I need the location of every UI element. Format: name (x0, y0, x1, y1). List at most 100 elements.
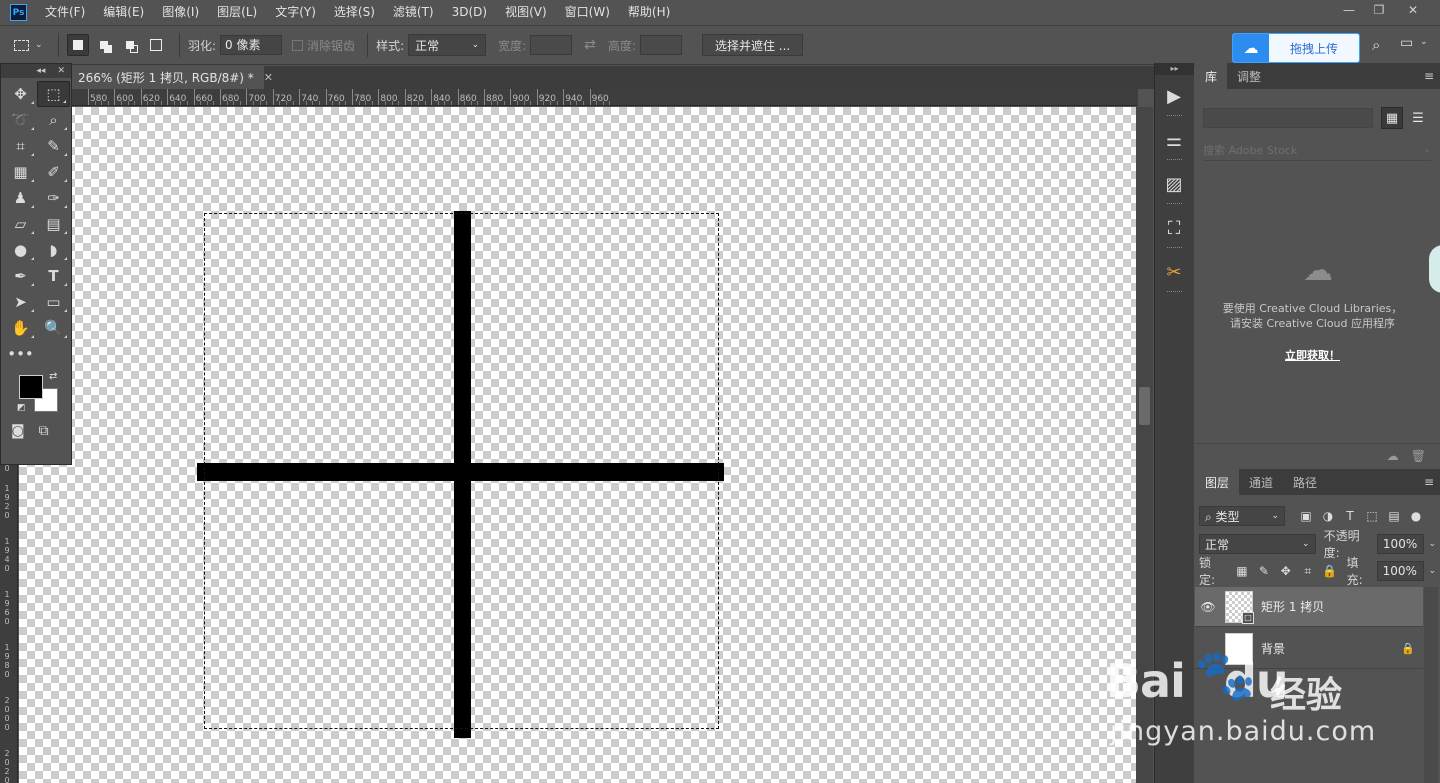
menu-filter[interactable]: 滤镜(T) (384, 0, 443, 25)
minimize-button[interactable]: — (1334, 0, 1364, 20)
path-select-tool[interactable]: ➤ (4, 289, 37, 315)
dock-grip[interactable] (1167, 159, 1182, 163)
smart-object-filter-icon[interactable]: ▤ (1383, 509, 1405, 523)
tab-layers[interactable]: 图层 (1195, 469, 1240, 495)
dock-grip[interactable] (1167, 115, 1182, 119)
gradient-tool[interactable]: ▤ (37, 211, 70, 237)
scrollbar-thumb[interactable] (1139, 387, 1150, 425)
frame-tool[interactable]: ▦ (4, 159, 37, 185)
eraser-tool[interactable]: ▱ (4, 211, 37, 237)
adjustment-filter-icon[interactable]: ◑ (1317, 509, 1339, 523)
hand-tool[interactable]: ✋ (4, 315, 37, 341)
dock-grip[interactable] (1167, 291, 1182, 295)
adjust-sliders-icon[interactable]: ⚌ (1155, 123, 1193, 157)
menu-image[interactable]: 图像(I) (153, 0, 208, 25)
play-icon[interactable]: ▶ (1155, 79, 1193, 113)
lasso-tool[interactable]: ➰ (4, 107, 37, 133)
swap-dimensions-icon[interactable]: ⇄ (584, 37, 596, 53)
close-icon[interactable]: ✕ (57, 66, 65, 76)
chevron-down-icon[interactable]: ⌄ (1420, 37, 1428, 47)
style-select[interactable]: 正常 ⌄ (408, 34, 487, 56)
move-tool[interactable]: ✥ (4, 81, 37, 107)
foreground-color-swatch[interactable] (19, 375, 43, 399)
add-selection-button[interactable] (93, 34, 115, 56)
menu-type[interactable]: 文字(Y) (266, 0, 325, 25)
restore-button[interactable]: ❐ (1364, 0, 1394, 20)
pixel-filter-icon[interactable]: ▣ (1295, 509, 1317, 523)
eyedropper-tool[interactable]: ✎ (37, 133, 70, 159)
chevron-down-icon[interactable]: ⌄ (1428, 566, 1436, 576)
lock-position-icon[interactable]: ✥ (1275, 564, 1297, 578)
tab-paths[interactable]: 路径 (1283, 469, 1327, 495)
tools-cross-icon[interactable]: ✂ (1155, 255, 1193, 289)
subtract-selection-button[interactable] (119, 34, 141, 56)
lock-artboard-icon[interactable]: ⌗ (1297, 564, 1319, 579)
panel-menu-icon[interactable]: ≡ (1424, 69, 1434, 83)
grid-view-icon[interactable]: ▦ (1381, 107, 1403, 129)
menu-layer[interactable]: 图层(L) (208, 0, 266, 25)
filter-toggle-icon[interactable]: ● (1405, 509, 1427, 523)
height-input[interactable] (639, 35, 682, 55)
brush-tool[interactable]: ✐ (37, 159, 70, 185)
menu-select[interactable]: 选择(S) (325, 0, 384, 25)
crop-tool[interactable]: ⌗ (4, 133, 37, 159)
visibility-eye-icon[interactable]: 👁 (1195, 600, 1221, 614)
type-filter-icon[interactable]: T (1339, 509, 1361, 523)
new-selection-button[interactable] (67, 34, 89, 56)
document-tab[interactable]: 266% (矩形 1 拷贝, RGB/8#) * ✕ (72, 66, 273, 89)
side-handle[interactable] (1429, 245, 1440, 293)
get-it-now-link[interactable]: 立即获取！ (1195, 347, 1430, 363)
vertical-scrollbar[interactable] (1136, 107, 1153, 783)
select-and-mask-button[interactable]: 选择并遮住 ... (701, 34, 804, 56)
image-library-icon[interactable]: ▨ (1155, 167, 1193, 201)
list-view-icon[interactable]: ☰ (1407, 107, 1429, 129)
quick-select-tool[interactable]: ⌕ (37, 107, 70, 133)
menu-view[interactable]: 视图(V) (496, 0, 556, 25)
pen-tool[interactable]: ✒ (4, 263, 37, 289)
tab-channels[interactable]: 通道 (1239, 469, 1283, 495)
menu-help[interactable]: 帮助(H) (619, 0, 679, 25)
fill-input[interactable]: 100% (1376, 561, 1425, 581)
layer-row[interactable]: 背景 🔒 (1195, 629, 1423, 669)
history-brush-tool[interactable]: ✑ (37, 185, 70, 211)
tab-libraries[interactable]: 库 (1195, 63, 1228, 89)
layers-scrollbar[interactable] (1424, 587, 1438, 783)
lock-all-icon[interactable]: 🔒 (1319, 564, 1341, 578)
type-tool[interactable]: T (37, 263, 70, 289)
lock-transparency-icon[interactable]: ▦ (1231, 564, 1253, 578)
intersect-selection-button[interactable] (145, 34, 167, 56)
dock-grip[interactable] (1167, 203, 1182, 207)
menu-3d[interactable]: 3D(D) (443, 0, 496, 25)
collapse-icon[interactable]: ◂◂ (36, 66, 45, 76)
dock-collapse-icon[interactable]: ▸▸ (1155, 63, 1194, 75)
marquee-selection[interactable] (204, 213, 719, 729)
library-select[interactable] (1203, 108, 1373, 128)
face-scan-icon[interactable]: ⛶ (1155, 211, 1193, 245)
layer-row[interactable]: 👁 □ 矩形 1 拷贝 (1195, 587, 1423, 627)
workspace-icon[interactable]: ▭ (1400, 35, 1413, 51)
zoom-tool[interactable]: 🔍 (37, 315, 70, 341)
tool-preset-picker[interactable]: ⌄ (14, 33, 50, 57)
upload-button[interactable]: ☁ 拖拽上传 (1232, 33, 1360, 63)
screen-mode-icon[interactable]: ⧉ (39, 423, 49, 439)
panel-menu-icon[interactable]: ≡ (1424, 475, 1434, 489)
shape-filter-icon[interactable]: ⬚ (1361, 509, 1383, 523)
feather-input[interactable]: 0 像素 (220, 35, 283, 55)
dodge-tool[interactable]: ◗ (37, 237, 70, 263)
menu-window[interactable]: 窗口(W) (556, 0, 619, 25)
blur-tool[interactable]: ● (4, 237, 37, 263)
trash-icon[interactable]: 🗑 (1411, 449, 1426, 467)
close-window-button[interactable]: ✕ (1398, 0, 1428, 20)
stock-search-input[interactable]: 搜索 Adobe Stock ⌄ (1203, 139, 1431, 161)
quick-mask-icon[interactable]: ◙ (11, 423, 25, 439)
menu-file[interactable]: 文件(F) (37, 0, 94, 25)
canvas[interactable] (19, 107, 1136, 783)
close-tab-icon[interactable]: ✕ (264, 71, 273, 84)
ruler-horizontal[interactable]: 580 600 620 640 660 680 700 720 740 760 780 800 820 8… (72, 89, 1138, 106)
rectangle-tool[interactable]: ▭ (37, 289, 70, 315)
more-tools[interactable]: ••• (4, 341, 37, 367)
swap-colors-icon[interactable]: ⇄ (49, 371, 57, 382)
layer-filter-select[interactable]: ⌕ 类型 ⌄ (1199, 506, 1285, 526)
width-input[interactable] (530, 35, 573, 55)
antialias-checkbox[interactable] (292, 39, 304, 51)
